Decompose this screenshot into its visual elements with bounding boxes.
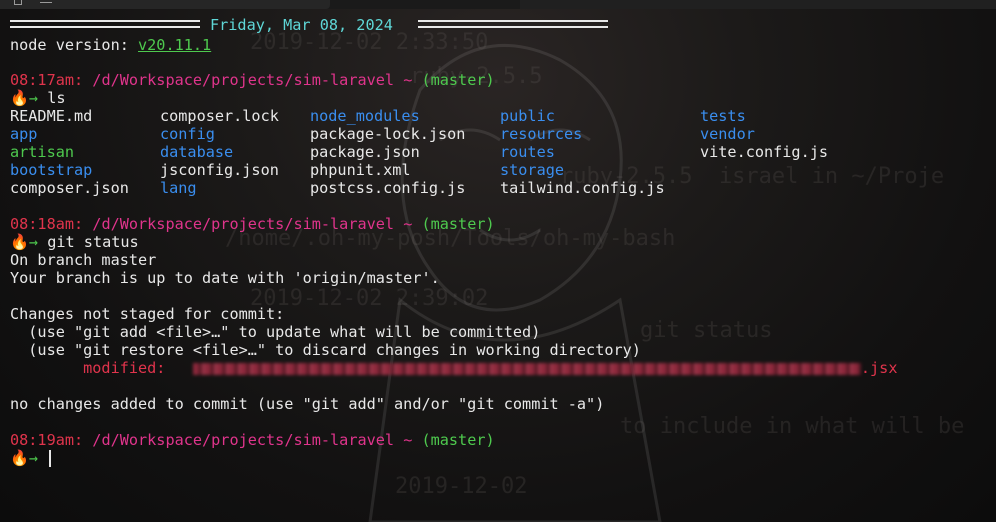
prompt-time: 08:18am: xyxy=(10,215,84,233)
background-ghost-text: to include in what will be xyxy=(620,414,965,439)
prompt-branch: (master) xyxy=(412,71,495,89)
node-version-value: v20.11.1 xyxy=(138,36,212,54)
prompt-tilde: ~ xyxy=(394,431,413,449)
git-modified-line: modified: .jsx xyxy=(10,359,897,377)
ls-entry: resources xyxy=(500,125,583,143)
ls-entry: README.md xyxy=(10,107,93,125)
prompt-branch: (master) xyxy=(412,215,495,233)
background-ghost-text: 2019-12-02 xyxy=(395,474,528,499)
ls-entry: bootstrap xyxy=(10,161,93,179)
ls-entry: database xyxy=(160,143,234,161)
ls-entry: jsconfig.json xyxy=(160,161,279,179)
fire-icon: 🔥 xyxy=(10,233,29,251)
tab-shell-icon xyxy=(14,0,22,5)
git-status-line: On branch master xyxy=(10,251,157,269)
ls-entry: tailwind.config.js xyxy=(500,179,665,197)
command-text: ls xyxy=(47,89,66,107)
tab-bar-empty xyxy=(520,0,996,9)
ls-entry: storage xyxy=(500,161,565,179)
ls-entry: package.json xyxy=(310,143,420,161)
git-status-line: no changes added to commit (use "git add… xyxy=(10,395,605,413)
prompt-time: 08:19am: xyxy=(10,431,84,449)
prompt-arrow-icon: → xyxy=(28,449,39,467)
prompt-time: 08:17am: xyxy=(10,71,84,89)
ls-entry: lang xyxy=(160,179,197,197)
ls-entry: app xyxy=(10,125,38,143)
command-input-line[interactable]: 🔥→ xyxy=(10,449,52,467)
modified-file-extension: .jsx xyxy=(860,359,898,377)
ls-entry: package-lock.json xyxy=(310,125,466,143)
background-ghost-text: git status xyxy=(640,318,773,343)
modified-label: modified: xyxy=(10,359,166,377)
git-status-line: (use "git add <file>…" to update what wi… xyxy=(10,323,541,341)
banner-rule-left xyxy=(10,20,200,28)
ls-entry: postcss.config.js xyxy=(310,179,466,197)
prompt-tilde: ~ xyxy=(394,71,413,89)
ls-entry: phpunit.xml xyxy=(310,161,411,179)
prompt-arrow-icon: → xyxy=(28,233,39,251)
fire-icon: 🔥 xyxy=(10,449,29,467)
prompt-line: 08:18am: /d/Workspace/projects/sim-larav… xyxy=(10,215,495,233)
git-status-line: Changes not staged for commit: xyxy=(10,305,285,323)
node-version-line: node version: v20.11.1 xyxy=(10,36,211,54)
ls-entry: artisan xyxy=(10,143,75,161)
fire-icon: 🔥 xyxy=(10,89,29,107)
prompt-branch: (master) xyxy=(412,431,495,449)
minimize-icon[interactable] xyxy=(40,2,52,3)
prompt-path: /d/Workspace/projects/sim-laravel xyxy=(83,215,395,233)
git-status-line: Your branch is up to date with 'origin/m… xyxy=(10,269,440,287)
prompt-path: /d/Workspace/projects/sim-laravel xyxy=(83,71,395,89)
prompt-path: /d/Workspace/projects/sim-laravel xyxy=(83,431,395,449)
command-line: 🔥→ ls xyxy=(10,89,66,107)
command-line: 🔥→ git status xyxy=(10,233,139,251)
ls-entry: vite.config.js xyxy=(700,143,829,161)
redacted-file-path xyxy=(192,362,861,375)
prompt-arrow-icon: → xyxy=(28,89,39,107)
banner-date: Friday, Mar 08, 2024 xyxy=(210,16,393,34)
ls-entry: composer.lock xyxy=(160,107,279,125)
banner-rule-right xyxy=(418,20,608,28)
node-version-label: node version: xyxy=(10,36,139,54)
ls-entry: routes xyxy=(500,143,555,161)
ls-entry: config xyxy=(160,125,215,143)
terminal-window[interactable]: 2019-12-02 2:33:50 ruby-2.5.5 ruby-2.5.5… xyxy=(0,0,996,522)
ls-entry: tests xyxy=(700,107,746,125)
window-top-bar xyxy=(0,0,996,9)
command-text: git status xyxy=(47,233,139,251)
ls-entry: node_modules xyxy=(310,107,420,125)
prompt-tilde: ~ xyxy=(394,215,413,233)
background-ghost-text: 2019-12-02 2:39:02 xyxy=(250,286,489,311)
text-cursor[interactable] xyxy=(49,450,52,467)
ls-entry: public xyxy=(500,107,555,125)
prompt-line: 08:19am: /d/Workspace/projects/sim-larav… xyxy=(10,431,495,449)
git-status-line: (use "git restore <file>…" to discard ch… xyxy=(10,341,641,359)
ls-entry: composer.json xyxy=(10,179,129,197)
prompt-line: 08:17am: /d/Workspace/projects/sim-larav… xyxy=(10,71,495,89)
ls-entry: vendor xyxy=(700,125,755,143)
